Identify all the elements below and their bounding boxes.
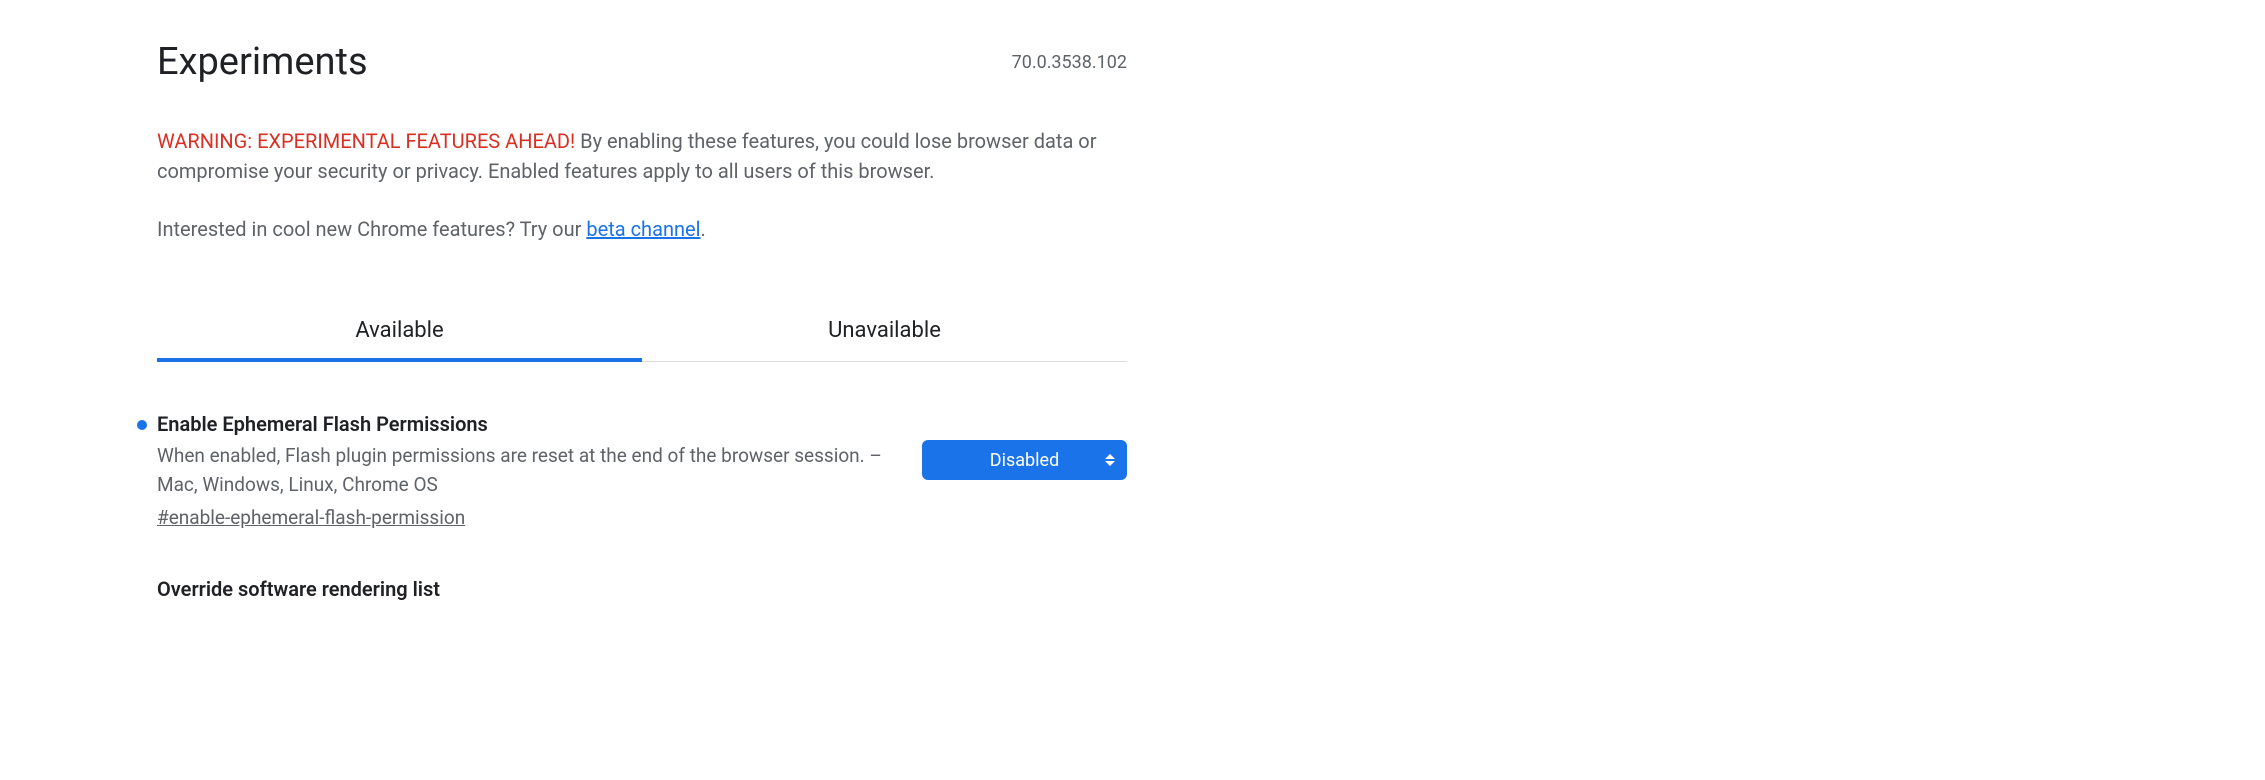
beta-block: Interested in cool new Chrome features? … xyxy=(157,214,1127,244)
tabs: Available Unavailable xyxy=(157,304,1127,362)
tab-available[interactable]: Available xyxy=(157,304,642,361)
flag-description: When enabled, Flash plugin permissions a… xyxy=(157,442,898,499)
page-title: Experiments xyxy=(157,40,368,84)
modified-dot-icon xyxy=(137,420,147,430)
beta-channel-link[interactable]: beta channel xyxy=(586,217,700,241)
flag-select-value: Disabled xyxy=(990,450,1059,471)
flag-select[interactable]: Disabled xyxy=(922,440,1127,480)
flag-title: Enable Ephemeral Flash Permissions xyxy=(157,412,898,436)
flag-anchor-link[interactable]: #enable-ephemeral-flash-permission xyxy=(157,506,465,529)
version-label: 70.0.3538.102 xyxy=(1012,52,1127,73)
beta-prefix: Interested in cool new Chrome features? … xyxy=(157,217,586,241)
warning-block: WARNING: EXPERIMENTAL FEATURES AHEAD! By… xyxy=(157,126,1127,186)
flag-title: Override software rendering list xyxy=(157,577,1103,601)
tab-unavailable[interactable]: Unavailable xyxy=(642,304,1127,361)
warning-label: WARNING: EXPERIMENTAL FEATURES AHEAD! xyxy=(157,129,575,153)
beta-suffix: . xyxy=(701,217,706,241)
flag-item: Override software rendering list xyxy=(157,577,1127,607)
flag-item: Enable Ephemeral Flash Permissions When … xyxy=(157,412,1127,529)
select-arrows-icon xyxy=(1105,454,1115,466)
